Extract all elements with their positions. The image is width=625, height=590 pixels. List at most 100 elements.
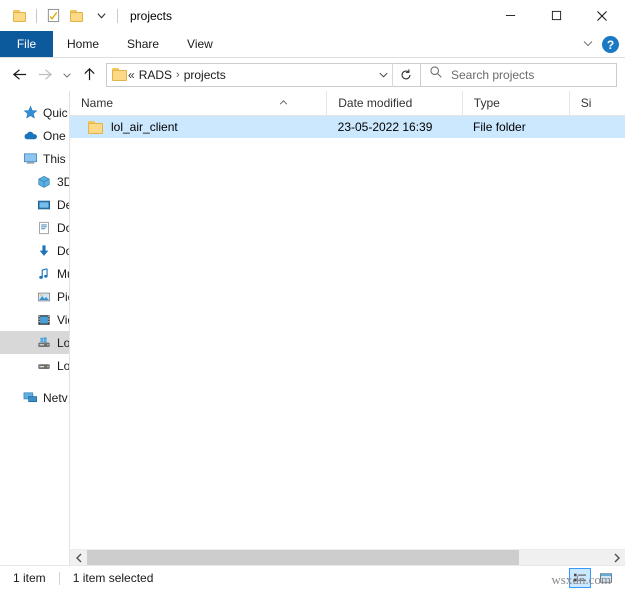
cell-size	[569, 116, 625, 138]
status-divider	[58, 571, 60, 585]
sidebar-item-label: Lo	[57, 358, 69, 373]
sidebar-item-downloads[interactable]: Do	[0, 239, 69, 262]
download-icon	[36, 243, 52, 259]
tab-view[interactable]: View	[173, 31, 227, 57]
system-drive-icon	[36, 335, 52, 351]
horizontal-scrollbar[interactable]	[70, 549, 625, 566]
breadcrumb-separator[interactable]: ›	[176, 69, 180, 81]
sidebar-item-network[interactable]: Netv	[0, 386, 69, 409]
refresh-button[interactable]	[392, 62, 418, 87]
sidebar-item-label: Pic	[57, 289, 69, 304]
sidebar-item-label: Lo	[57, 335, 69, 350]
sort-ascending-icon	[279, 92, 288, 105]
scroll-right-button[interactable]	[608, 549, 625, 566]
breadcrumb-item-rads[interactable]: RADS	[139, 68, 172, 82]
tab-file[interactable]: File	[0, 31, 53, 57]
breadcrumb-overflow[interactable]: «	[128, 68, 135, 82]
toolbar-divider	[36, 8, 37, 23]
sidebar-item-videos[interactable]: Vid	[0, 308, 69, 331]
sidebar-item-local-disk-d[interactable]: Lo	[0, 354, 69, 377]
column-header-size[interactable]: Si	[568, 90, 625, 116]
address-folder-icon	[112, 68, 128, 81]
details-view-icon[interactable]	[569, 568, 591, 588]
cube-icon	[36, 174, 52, 190]
help-button[interactable]: ?	[602, 36, 619, 53]
selection-status: 1 item selected	[72, 571, 154, 585]
sidebar-item-documents[interactable]: Do	[0, 216, 69, 239]
properties-icon[interactable]	[41, 5, 65, 27]
search-input[interactable]: Search projects	[451, 68, 534, 82]
search-box[interactable]: Search projects	[421, 62, 617, 87]
scrollbar-track[interactable]	[87, 549, 608, 566]
folder-icon	[88, 120, 104, 134]
cell-date-modified: 23-05-2022 16:39	[337, 120, 433, 134]
tab-home[interactable]: Home	[53, 31, 113, 57]
sidebar-item-onedrive[interactable]: One	[0, 124, 69, 147]
desktop-icon	[36, 197, 52, 213]
close-button[interactable]	[579, 0, 625, 31]
maximize-button[interactable]	[533, 0, 579, 31]
sidebar-item-local-disk-c[interactable]: Lo	[0, 331, 69, 354]
scroll-left-button[interactable]	[70, 549, 87, 566]
sidebar-item-3d-objects[interactable]: 3D	[0, 170, 69, 193]
sidebar-item-label: 3D	[57, 174, 69, 189]
scrollbar-thumb[interactable]	[87, 549, 520, 566]
breadcrumb-item-projects[interactable]: projects	[184, 68, 226, 82]
sidebar-item-label: This	[43, 151, 66, 166]
sidebar-item-quick-access[interactable]: Quic	[0, 101, 69, 124]
sidebar-item-label: Mu	[57, 266, 69, 281]
file-list[interactable]: lol_air_client 23-05-2022 16:39 File fol…	[70, 116, 625, 549]
item-count: 1 item	[13, 571, 46, 585]
network-icon	[22, 390, 38, 406]
sidebar-item-pictures[interactable]: Pic	[0, 285, 69, 308]
music-icon	[36, 266, 52, 282]
document-icon	[36, 220, 52, 236]
sidebar-item-desktop[interactable]: De	[0, 193, 69, 216]
quick-access-toolbar	[8, 5, 122, 27]
ribbon-right-controls: ?	[582, 31, 619, 58]
video-icon	[36, 312, 52, 328]
file-name: lol_air_client	[111, 120, 178, 134]
sidebar-item-label: Do	[57, 220, 69, 235]
recent-locations-chevron-icon[interactable]	[58, 62, 76, 88]
star-icon	[22, 105, 38, 121]
ribbon-tab-bar: File Home Share View ?	[0, 31, 625, 58]
navigation-bar: « RADS › projects Search projects	[0, 58, 625, 91]
column-headers: Name Date modified Type Si	[70, 90, 625, 116]
drive-icon	[36, 358, 52, 374]
view-mode-buttons	[569, 568, 617, 588]
address-dropdown-chevron-icon[interactable]	[374, 69, 392, 80]
sidebar-item-label: Vid	[57, 312, 69, 327]
column-header-date-modified[interactable]: Date modified	[326, 90, 462, 116]
ribbon-collapse-chevron-icon[interactable]	[582, 36, 594, 54]
window-title: projects	[130, 8, 173, 23]
sidebar-item-label: Quic	[43, 105, 68, 120]
table-row[interactable]: lol_air_client 23-05-2022 16:39 File fol…	[70, 116, 625, 138]
save-folder-icon[interactable]	[8, 5, 32, 27]
sidebar-item-label: Do	[57, 243, 69, 258]
sidebar-item-music[interactable]: Mu	[0, 262, 69, 285]
sidebar-item-this-pc[interactable]: This	[0, 147, 69, 170]
title-bar: projects	[0, 0, 625, 31]
up-button[interactable]	[76, 62, 102, 88]
column-header-type[interactable]: Type	[461, 90, 569, 116]
tab-share[interactable]: Share	[113, 31, 173, 57]
address-bar[interactable]: « RADS › projects	[106, 62, 421, 87]
forward-button[interactable]	[32, 62, 58, 88]
breadcrumb: « RADS › projects	[128, 68, 374, 82]
toolbar-divider-2	[117, 8, 118, 23]
customize-toolbar-chevron-icon[interactable]	[89, 5, 113, 27]
cloud-icon	[22, 128, 38, 144]
status-bar: 1 item 1 item selected wsxdn.com	[0, 565, 625, 590]
minimize-button[interactable]	[487, 0, 533, 31]
new-folder-icon[interactable]	[65, 5, 89, 27]
sidebar-item-label: One	[43, 128, 66, 143]
back-button[interactable]	[6, 62, 32, 88]
file-list-pane: Name Date modified Type Si lol_air_clien…	[70, 90, 625, 566]
cell-type: File folder	[473, 120, 526, 134]
sidebar-item-label: Netv	[43, 390, 68, 405]
monitor-icon	[22, 151, 38, 167]
file-explorer-window: projects File Home Share View ? « RADS ›…	[0, 0, 625, 590]
navigation-pane: Quic One This 3 D D D M Pi Vi L L Netv	[0, 91, 70, 565]
large-icons-view-icon[interactable]	[595, 568, 617, 588]
